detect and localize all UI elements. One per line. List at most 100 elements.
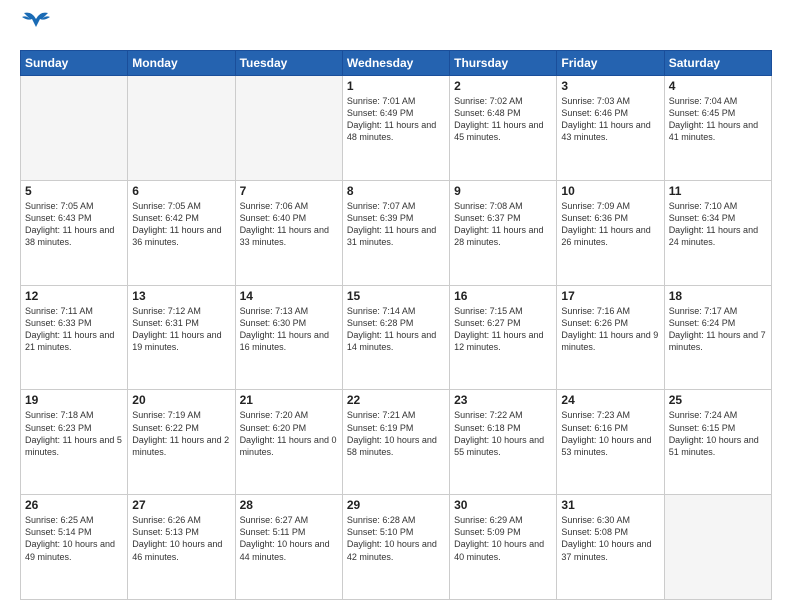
day-info: Sunrise: 6:25 AM Sunset: 5:14 PM Dayligh…	[25, 514, 123, 563]
day-number: 8	[347, 184, 445, 198]
day-number: 28	[240, 498, 338, 512]
weekday-header-row: SundayMondayTuesdayWednesdayThursdayFrid…	[21, 51, 772, 76]
day-info: Sunrise: 7:20 AM Sunset: 6:20 PM Dayligh…	[240, 409, 338, 458]
calendar-cell: 3 Sunrise: 7:03 AM Sunset: 6:46 PM Daylig…	[557, 76, 664, 181]
calendar-cell: 16Sunrise: 7:15 AM Sunset: 6:27 PM Dayli…	[450, 285, 557, 390]
day-number: 3	[561, 79, 659, 93]
day-info: Sunrise: 7:23 AM Sunset: 6:16 PM Dayligh…	[561, 409, 659, 458]
weekday-header-friday: Friday	[557, 51, 664, 76]
calendar-cell: 26 Sunrise: 6:25 AM Sunset: 5:14 PM Dayli…	[21, 495, 128, 600]
calendar-cell: 19Sunrise: 7:18 AM Sunset: 6:23 PM Dayli…	[21, 390, 128, 495]
calendar-cell: 22 Sunrise: 7:21 AM Sunset: 6:19 PM Dayli…	[342, 390, 449, 495]
calendar-cell: 13 Sunrise: 7:12 AM Sunset: 6:31 PM Dayli…	[128, 285, 235, 390]
day-info: Sunrise: 7:18 AM Sunset: 6:23 PM Dayligh…	[25, 409, 123, 458]
day-info: Sunrise: 7:15 AM Sunset: 6:27 PM Dayligh…	[454, 305, 552, 354]
weekday-header-thursday: Thursday	[450, 51, 557, 76]
calendar-cell: 23 Sunrise: 7:22 AM Sunset: 6:18 PM Dayli…	[450, 390, 557, 495]
weekday-header-tuesday: Tuesday	[235, 51, 342, 76]
day-info: Sunrise: 7:06 AM Sunset: 6:40 PM Dayligh…	[240, 200, 338, 249]
calendar-table: SundayMondayTuesdayWednesdayThursdayFrid…	[20, 50, 772, 600]
day-number: 15	[347, 289, 445, 303]
day-number: 4	[669, 79, 767, 93]
week-row-1: 5 Sunrise: 7:05 AM Sunset: 6:43 PM Daylig…	[21, 180, 772, 285]
day-info: Sunrise: 7:10 AM Sunset: 6:34 PM Dayligh…	[669, 200, 767, 249]
calendar-cell: 5 Sunrise: 7:05 AM Sunset: 6:43 PM Daylig…	[21, 180, 128, 285]
calendar-cell: 25Sunrise: 7:24 AM Sunset: 6:15 PM Dayli…	[664, 390, 771, 495]
day-number: 5	[25, 184, 123, 198]
day-number: 27	[132, 498, 230, 512]
week-row-0: 1 Sunrise: 7:01 AM Sunset: 6:49 PM Daylig…	[21, 76, 772, 181]
calendar-cell: 11 Sunrise: 7:10 AM Sunset: 6:34 PM Dayli…	[664, 180, 771, 285]
day-number: 30	[454, 498, 552, 512]
day-info: Sunrise: 7:11 AM Sunset: 6:33 PM Dayligh…	[25, 305, 123, 354]
day-number: 11	[669, 184, 767, 198]
day-info: Sunrise: 7:14 AM Sunset: 6:28 PM Dayligh…	[347, 305, 445, 354]
day-info: Sunrise: 7:02 AM Sunset: 6:48 PM Dayligh…	[454, 95, 552, 144]
calendar-cell: 29Sunrise: 6:28 AM Sunset: 5:10 PM Dayli…	[342, 495, 449, 600]
day-info: Sunrise: 6:26 AM Sunset: 5:13 PM Dayligh…	[132, 514, 230, 563]
calendar-cell: 8Sunrise: 7:07 AM Sunset: 6:39 PM Daylig…	[342, 180, 449, 285]
calendar-cell: 2Sunrise: 7:02 AM Sunset: 6:48 PM Daylig…	[450, 76, 557, 181]
day-number: 14	[240, 289, 338, 303]
weekday-header-saturday: Saturday	[664, 51, 771, 76]
day-number: 1	[347, 79, 445, 93]
week-row-4: 26 Sunrise: 6:25 AM Sunset: 5:14 PM Dayli…	[21, 495, 772, 600]
day-number: 7	[240, 184, 338, 198]
calendar-cell: 21 Sunrise: 7:20 AM Sunset: 6:20 PM Dayli…	[235, 390, 342, 495]
page: SundayMondayTuesdayWednesdayThursdayFrid…	[0, 0, 792, 612]
day-number: 9	[454, 184, 552, 198]
day-number: 20	[132, 393, 230, 407]
day-number: 6	[132, 184, 230, 198]
calendar-cell: 17 Sunrise: 7:16 AM Sunset: 6:26 PM Dayli…	[557, 285, 664, 390]
calendar-cell: 4 Sunrise: 7:04 AM Sunset: 6:45 PM Daylig…	[664, 76, 771, 181]
day-number: 22	[347, 393, 445, 407]
calendar-cell: 7 Sunrise: 7:06 AM Sunset: 6:40 PM Daylig…	[235, 180, 342, 285]
calendar-cell	[664, 495, 771, 600]
calendar-cell: 28 Sunrise: 6:27 AM Sunset: 5:11 PM Dayli…	[235, 495, 342, 600]
week-row-2: 12 Sunrise: 7:11 AM Sunset: 6:33 PM Dayli…	[21, 285, 772, 390]
day-number: 21	[240, 393, 338, 407]
week-row-3: 19Sunrise: 7:18 AM Sunset: 6:23 PM Dayli…	[21, 390, 772, 495]
calendar-cell: 18 Sunrise: 7:17 AM Sunset: 6:24 PM Dayli…	[664, 285, 771, 390]
day-info: Sunrise: 6:29 AM Sunset: 5:09 PM Dayligh…	[454, 514, 552, 563]
day-number: 17	[561, 289, 659, 303]
calendar-cell: 1 Sunrise: 7:01 AM Sunset: 6:49 PM Daylig…	[342, 76, 449, 181]
day-number: 13	[132, 289, 230, 303]
logo	[20, 18, 50, 40]
day-info: Sunrise: 6:30 AM Sunset: 5:08 PM Dayligh…	[561, 514, 659, 563]
logo-bird-icon	[22, 9, 50, 31]
day-info: Sunrise: 7:24 AM Sunset: 6:15 PM Dayligh…	[669, 409, 767, 458]
day-info: Sunrise: 7:12 AM Sunset: 6:31 PM Dayligh…	[132, 305, 230, 354]
day-info: Sunrise: 7:13 AM Sunset: 6:30 PM Dayligh…	[240, 305, 338, 354]
weekday-header-wednesday: Wednesday	[342, 51, 449, 76]
day-number: 24	[561, 393, 659, 407]
calendar-cell	[21, 76, 128, 181]
day-info: Sunrise: 7:04 AM Sunset: 6:45 PM Dayligh…	[669, 95, 767, 144]
calendar-cell: 20 Sunrise: 7:19 AM Sunset: 6:22 PM Dayli…	[128, 390, 235, 495]
day-info: Sunrise: 7:05 AM Sunset: 6:43 PM Dayligh…	[25, 200, 123, 249]
day-info: Sunrise: 7:22 AM Sunset: 6:18 PM Dayligh…	[454, 409, 552, 458]
day-info: Sunrise: 7:16 AM Sunset: 6:26 PM Dayligh…	[561, 305, 659, 354]
day-info: Sunrise: 7:19 AM Sunset: 6:22 PM Dayligh…	[132, 409, 230, 458]
day-info: Sunrise: 6:27 AM Sunset: 5:11 PM Dayligh…	[240, 514, 338, 563]
day-info: Sunrise: 7:17 AM Sunset: 6:24 PM Dayligh…	[669, 305, 767, 354]
day-info: Sunrise: 7:21 AM Sunset: 6:19 PM Dayligh…	[347, 409, 445, 458]
day-number: 10	[561, 184, 659, 198]
day-info: Sunrise: 7:09 AM Sunset: 6:36 PM Dayligh…	[561, 200, 659, 249]
day-number: 23	[454, 393, 552, 407]
day-number: 26	[25, 498, 123, 512]
day-number: 12	[25, 289, 123, 303]
weekday-header-monday: Monday	[128, 51, 235, 76]
calendar-cell: 24 Sunrise: 7:23 AM Sunset: 6:16 PM Dayli…	[557, 390, 664, 495]
day-info: Sunrise: 6:28 AM Sunset: 5:10 PM Dayligh…	[347, 514, 445, 563]
calendar-cell: 31Sunrise: 6:30 AM Sunset: 5:08 PM Dayli…	[557, 495, 664, 600]
day-info: Sunrise: 7:03 AM Sunset: 6:46 PM Dayligh…	[561, 95, 659, 144]
day-number: 18	[669, 289, 767, 303]
calendar-cell: 12 Sunrise: 7:11 AM Sunset: 6:33 PM Dayli…	[21, 285, 128, 390]
day-info: Sunrise: 7:01 AM Sunset: 6:49 PM Dayligh…	[347, 95, 445, 144]
calendar-cell: 6 Sunrise: 7:05 AM Sunset: 6:42 PM Daylig…	[128, 180, 235, 285]
calendar-cell: 15 Sunrise: 7:14 AM Sunset: 6:28 PM Dayli…	[342, 285, 449, 390]
calendar-cell: 10 Sunrise: 7:09 AM Sunset: 6:36 PM Dayli…	[557, 180, 664, 285]
calendar-cell: 9Sunrise: 7:08 AM Sunset: 6:37 PM Daylig…	[450, 180, 557, 285]
day-info: Sunrise: 7:05 AM Sunset: 6:42 PM Dayligh…	[132, 200, 230, 249]
